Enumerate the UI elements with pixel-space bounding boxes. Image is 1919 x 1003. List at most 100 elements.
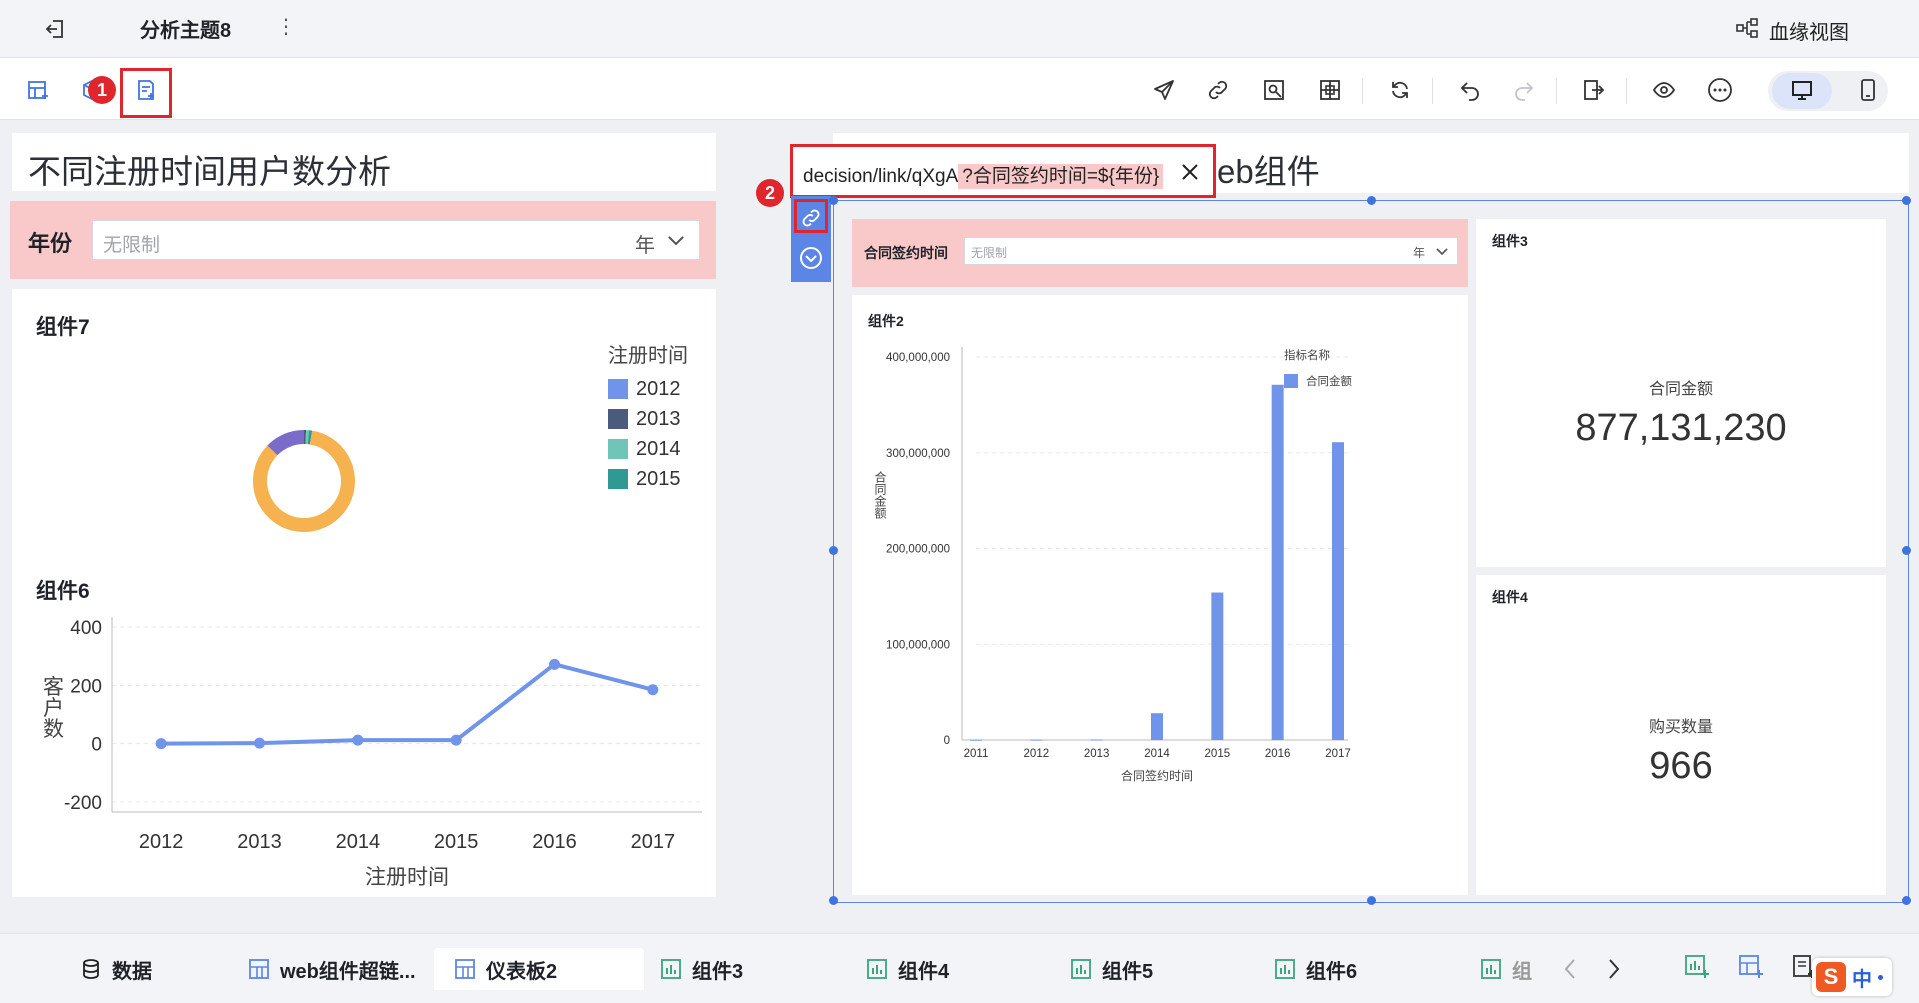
lineage-label: 血缘视图 (1769, 22, 1849, 44)
close-icon[interactable] (1173, 155, 1207, 189)
left-page-title: 不同注册时间用户数分析 (28, 153, 391, 190)
line-series (161, 662, 654, 746)
bar-chart-icon (1071, 959, 1091, 979)
tab-component5[interactable]: 组件5 (1070, 948, 1153, 990)
tab-dashboard2[interactable]: 仪表板2 (434, 948, 644, 990)
tab-label: 仪表板2 (486, 960, 558, 983)
legend-item: 2015 (636, 467, 681, 490)
y-axis-title: 客户数 (41, 676, 65, 739)
add-web-component-icon[interactable] (130, 74, 162, 106)
bar (1271, 384, 1284, 740)
chevron-right-icon[interactable] (1602, 956, 1624, 987)
component2-card[interactable]: 组件2 400,000,000 300,000,000 200,000,000 100… (852, 295, 1468, 895)
chevron-down-icon[interactable] (665, 229, 687, 256)
hyperlink-url[interactable]: decision/link/qXgA ?合同签约时间=${年份} (803, 161, 1164, 189)
x-tick-label: 2013 (1084, 748, 1110, 760)
ime-toolbar[interactable]: S 中 (1812, 958, 1892, 996)
year-filter-input[interactable]: 无限制 年 (92, 220, 700, 260)
url-param: ?合同签约时间=${年份} (958, 164, 1164, 189)
contract-date-filter[interactable]: 合同签约时间 无限制 年 (852, 219, 1468, 287)
component4-title: 组件4 (1492, 589, 1528, 605)
tab-label: 组件3 (692, 960, 744, 983)
x-tick-label: 2016 (1265, 748, 1291, 760)
tab-truncated[interactable]: 组 (1480, 948, 1532, 990)
contract-amount-label: 合同金额 (1648, 381, 1713, 398)
contract-date-placeholder: 无限制 (971, 246, 1008, 260)
legend-swatch (1284, 374, 1298, 388)
component4-card[interactable]: 组件4 购买数量 966 (1476, 575, 1886, 895)
x-tick-label: 2012 (1024, 748, 1050, 760)
mobile-icon[interactable] (1852, 74, 1884, 106)
dashboard-icon (249, 959, 269, 979)
step-badge-1: 1 (88, 76, 116, 104)
toolbar-divider (1432, 78, 1433, 104)
web-component-frame[interactable]: 合同签约时间 无限制 年 组件2 400,000,000 300,000,000 2… (829, 196, 1911, 905)
chevron-left-icon[interactable] (1560, 956, 1582, 987)
ime-dot-icon (1878, 974, 1883, 980)
bar-chart-icon (1275, 959, 1295, 979)
contract-date-filter-label: 合同签约时间 (864, 245, 948, 261)
grid-layout-icon[interactable] (1314, 74, 1346, 106)
year-filter-placeholder: 无限制 (103, 235, 161, 256)
component6-card[interactable]: 组件6 400 200 0 -200 2012 2013 2014 2015 2016 2017 注… (12, 557, 716, 897)
tab-web-component-link[interactable]: web组件超链... (248, 948, 416, 990)
legend-item: 2012 (636, 377, 681, 400)
link-icon[interactable] (1202, 74, 1234, 106)
toolbar: 1 (0, 58, 1919, 120)
resize-handle[interactable] (1367, 196, 1376, 205)
legend-item: 2014 (636, 437, 681, 460)
resize-handle[interactable] (1902, 546, 1911, 555)
more-options-icon[interactable] (1704, 74, 1736, 106)
tab-component4[interactable]: 组件4 (866, 948, 949, 990)
toolbar-divider (1626, 78, 1627, 104)
chevron-down-icon[interactable] (1435, 244, 1449, 263)
highlight-box-2 (794, 199, 828, 233)
y-tick-label: 300,000,000 (886, 448, 950, 460)
chevron-circle-down-icon[interactable] (797, 244, 825, 272)
resize-handle[interactable] (829, 546, 838, 555)
data-point (549, 658, 560, 670)
hyperlink-popup[interactable]: decision/link/qXgA ?合同签约时间=${年份} (790, 144, 1216, 198)
purchase-count-value: 966 (1649, 745, 1713, 787)
tab-component6[interactable]: 组件6 (1274, 948, 1357, 990)
sogou-ime-icon: S (1816, 962, 1846, 992)
legend-item: 合同金额 (1306, 374, 1352, 388)
add-component-icon[interactable] (22, 74, 54, 106)
legend-title: 指标名称 (1284, 348, 1330, 362)
component3-title: 组件3 (1492, 233, 1528, 249)
left-title-block[interactable]: 不同注册时间用户数分析 (12, 133, 716, 191)
image-search-icon[interactable] (1258, 74, 1290, 106)
legend-swatch (608, 379, 628, 399)
add-component-tab-icon[interactable] (1684, 954, 1710, 985)
resize-handle[interactable] (829, 896, 838, 905)
tab-data[interactable]: 数据 (80, 948, 152, 990)
url-prefix: decision/link/qXgA (803, 166, 959, 187)
more-vertical-icon[interactable]: ⋮ (276, 14, 296, 39)
refresh-icon[interactable] (1384, 74, 1416, 106)
send-icon[interactable] (1148, 74, 1180, 106)
tab-label: 组件6 (1306, 960, 1358, 983)
contract-date-filter-input[interactable]: 无限制 年 (964, 237, 1458, 265)
resize-handle[interactable] (829, 196, 838, 205)
tab-label: 组件5 (1102, 960, 1154, 983)
y-tick-label: 0 (91, 735, 102, 756)
component3-card[interactable]: 组件3 合同金额 877,131,230 (1476, 219, 1886, 567)
resize-handle[interactable] (1902, 196, 1911, 205)
redo-icon[interactable] (1508, 74, 1540, 106)
add-dashboard-icon[interactable] (1738, 954, 1764, 985)
lineage-view-button[interactable]: 血缘视图 (1735, 16, 1849, 45)
undo-icon[interactable] (1454, 74, 1486, 106)
resize-handle[interactable] (1367, 896, 1376, 905)
tab-label: 组 (1512, 960, 1532, 983)
export-icon[interactable] (1578, 74, 1610, 106)
preview-icon[interactable] (1648, 74, 1680, 106)
exit-icon[interactable] (40, 16, 70, 42)
desktop-icon[interactable] (1786, 74, 1818, 106)
year-filter[interactable]: 年份 无限制 年 (10, 201, 716, 279)
line-chart: 400 200 0 -200 2012 2013 2014 2015 2016 2017 注册时间 客… (41, 617, 702, 889)
bar-chart: 400,000,000 300,000,000 200,000,000 100,000… (873, 347, 1352, 783)
toolbar-divider (1556, 78, 1557, 104)
tab-component3[interactable]: 组件3 (660, 948, 743, 990)
ime-mode-label: 中 (1852, 968, 1872, 991)
resize-handle[interactable] (1902, 896, 1911, 905)
